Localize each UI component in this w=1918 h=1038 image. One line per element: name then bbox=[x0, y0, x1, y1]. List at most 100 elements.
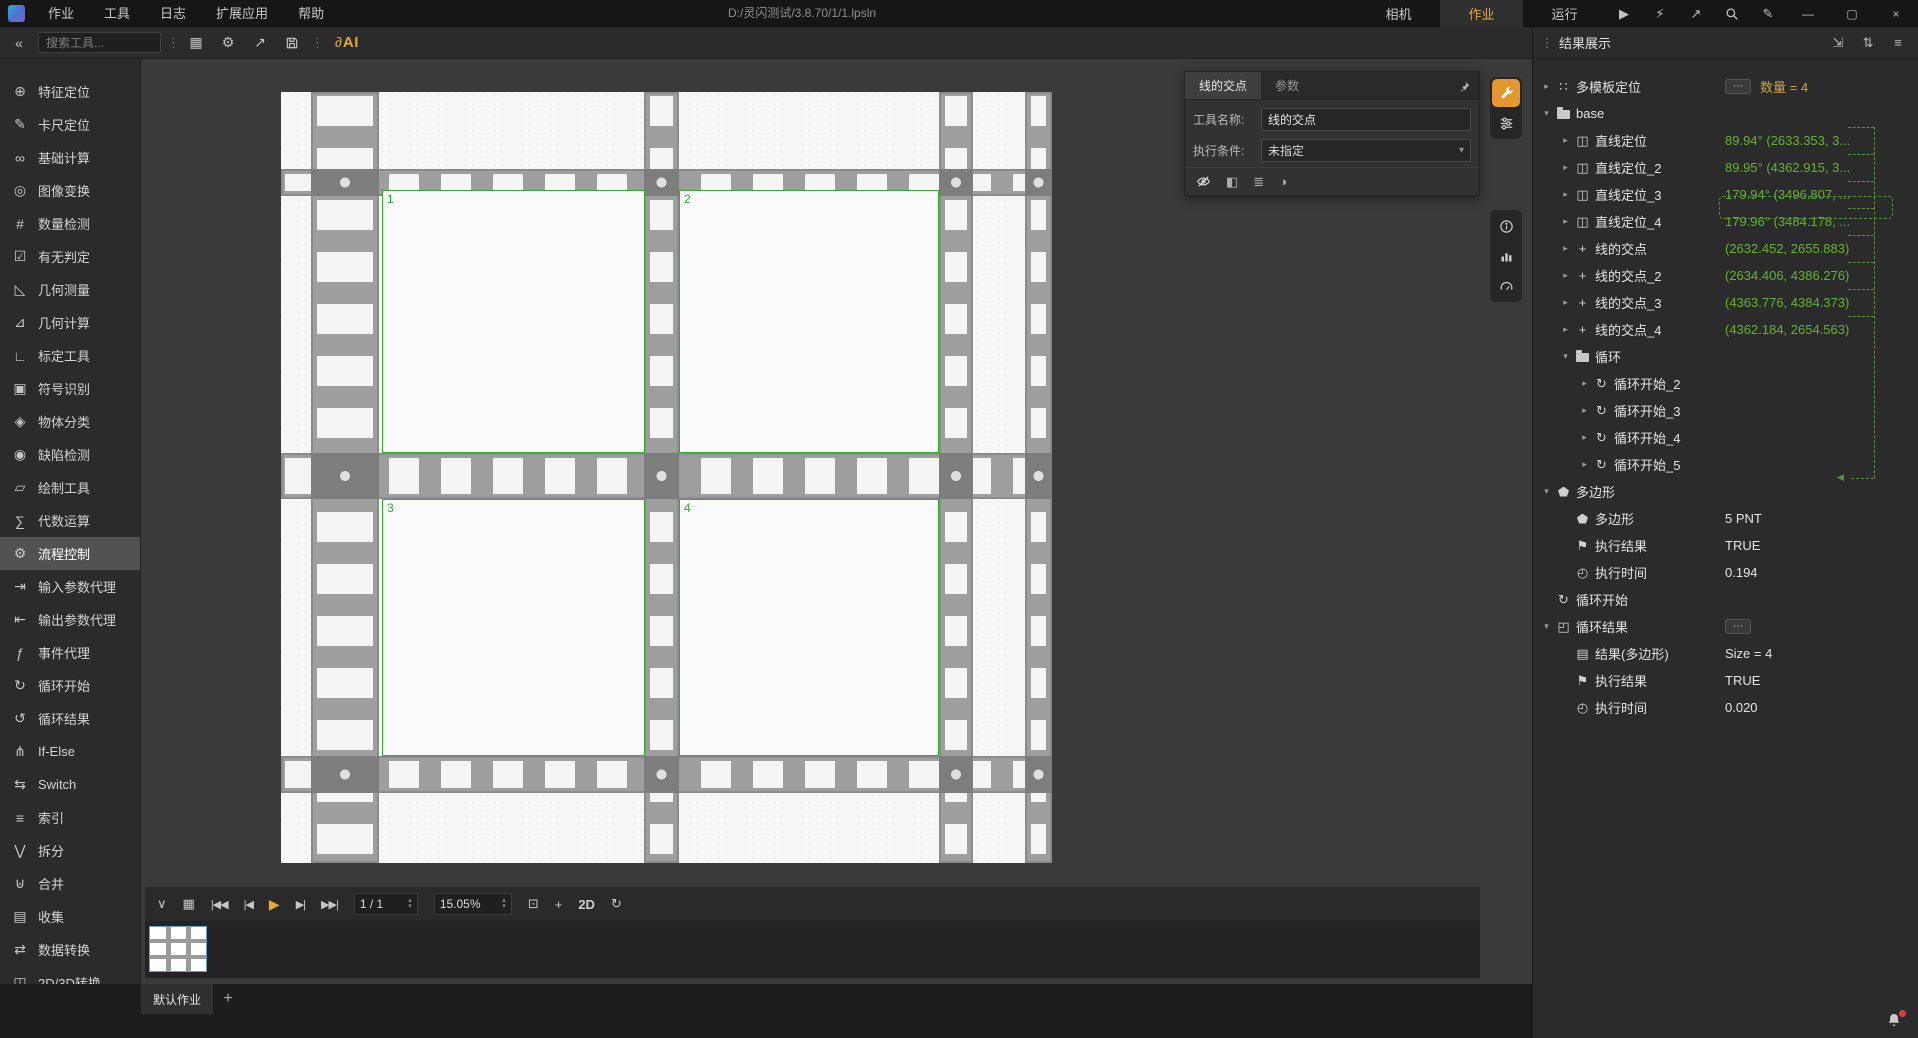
tree-row-line-intersection[interactable]: ▸+线的交点_2(2634.406, 4386.276) bbox=[1533, 262, 1918, 289]
tree-row-line-locate[interactable]: ▸◫直线定位_4179.96° (3484.178, ... bbox=[1533, 208, 1918, 235]
sidebar-item-defect-detect[interactable]: ◉缺陷检测 bbox=[0, 438, 140, 471]
sidebar-item-merge[interactable]: ⊎合并 bbox=[0, 867, 140, 900]
tool-config-wrench-icon[interactable] bbox=[1492, 79, 1520, 107]
chevron-right-icon[interactable]: ▸ bbox=[1577, 405, 1592, 416]
skip-first-icon[interactable]: |◀◀ bbox=[211, 898, 228, 911]
menu-extensions[interactable]: 扩展应用 bbox=[201, 0, 283, 26]
collapse-playbar-icon[interactable]: ∨ bbox=[157, 896, 167, 912]
tree-row-exec-time[interactable]: ◴执行时间0.020 bbox=[1533, 694, 1918, 721]
sidebar-item-split[interactable]: ⋁拆分 bbox=[0, 834, 140, 867]
menu-help[interactable]: 帮助 bbox=[283, 0, 339, 26]
tab-run[interactable]: 运行 bbox=[1523, 0, 1606, 27]
sidebar-item-count-detect[interactable]: #数量检测 bbox=[0, 207, 140, 240]
sidebar-item-presence-check[interactable]: ☑有无判定 bbox=[0, 240, 140, 273]
sort-results-icon[interactable]: ⇅ bbox=[1856, 35, 1880, 51]
tree-row-result-list[interactable]: ▤结果(多边形)Size = 4 bbox=[1533, 640, 1918, 667]
tree-row-loop-start[interactable]: ▸↻循环开始_5 bbox=[1533, 451, 1918, 478]
settings-gear-icon[interactable]: ⚙ bbox=[215, 31, 241, 55]
sidebar-item-feature-locate[interactable]: ⊕特征定位 bbox=[0, 75, 140, 108]
tree-row-folder[interactable]: ▾base bbox=[1533, 100, 1918, 127]
tree-row-loop-start[interactable]: ▸↻循环开始_4 bbox=[1533, 424, 1918, 451]
row-more-button[interactable]: ⋯ bbox=[1725, 619, 1751, 634]
tree-row-loop-start[interactable]: ▸↻循环开始_2 bbox=[1533, 370, 1918, 397]
adjust-sliders-icon[interactable] bbox=[1492, 109, 1520, 137]
tree-row-loop-result[interactable]: ▾◰循环结果⋯ bbox=[1533, 613, 1918, 640]
image-viewport[interactable]: 1 2 3 4 线的交点 参数 工具名称: 执行条件: 未指定 bbox=[141, 59, 1532, 984]
drag-handle-icon[interactable]: ⋮ bbox=[1541, 36, 1553, 50]
tree-row-line-intersection[interactable]: ▸+线的交点_3(4363.776, 4384.373) bbox=[1533, 289, 1918, 316]
chevron-right-icon[interactable]: ▸ bbox=[1558, 324, 1573, 335]
sidebar-item-image-transform[interactable]: ◎图像变换 bbox=[0, 174, 140, 207]
sidebar-item-data-convert[interactable]: ⇄数据转换 bbox=[0, 933, 140, 966]
pin-icon[interactable] bbox=[1451, 72, 1479, 99]
sidebar-item-event-proxy[interactable]: ƒ事件代理 bbox=[0, 636, 140, 669]
tree-row-polygon-item[interactable]: 多边形5 PNT bbox=[1533, 505, 1918, 532]
chevron-right-icon[interactable]: ▸ bbox=[1577, 432, 1592, 443]
image-list-icon[interactable]: ▦ bbox=[183, 896, 195, 912]
window-close-button[interactable]: × bbox=[1874, 0, 1918, 27]
tab-camera[interactable]: 相机 bbox=[1357, 0, 1440, 27]
palette-icon[interactable]: ◑ bbox=[1279, 174, 1287, 189]
sidebar-item-geometry-calc[interactable]: ⊿几何计算 bbox=[0, 306, 140, 339]
window-maximize-button[interactable]: ▢ bbox=[1830, 0, 1874, 27]
tree-row-exec-result[interactable]: ⚑执行结果TRUE bbox=[1533, 532, 1918, 559]
sidebar-item-draw-tool[interactable]: ▱绘制工具 bbox=[0, 471, 140, 504]
zoom-spinner[interactable]: 15.05% ▴▾ bbox=[434, 893, 512, 915]
skip-last-icon[interactable]: ▶▶| bbox=[321, 898, 338, 911]
tree-row-loop-start[interactable]: ▸↻循环开始_3 bbox=[1533, 397, 1918, 424]
chevron-down-icon[interactable]: ▾ bbox=[1539, 108, 1554, 119]
row-more-button[interactable]: ⋯ bbox=[1725, 79, 1751, 94]
detection-region[interactable]: 4 bbox=[679, 499, 939, 756]
chevron-right-icon[interactable]: ▸ bbox=[1558, 135, 1573, 146]
step-forward-icon[interactable]: ▶| bbox=[296, 898, 305, 911]
notification-bell-icon[interactable] bbox=[1886, 1012, 1904, 1030]
quick-run-icon[interactable]: ⚡ bbox=[1642, 0, 1678, 27]
detection-region[interactable]: 1 bbox=[382, 190, 645, 453]
chevron-right-icon[interactable]: ▸ bbox=[1558, 297, 1573, 308]
chevron-right-icon[interactable]: ▸ bbox=[1558, 270, 1573, 281]
results-menu-icon[interactable]: ≡ bbox=[1886, 35, 1910, 50]
result-list-icon[interactable]: ≣ bbox=[1253, 174, 1264, 190]
display-settings-icon[interactable]: ◧ bbox=[1226, 174, 1238, 190]
spin-down-icon[interactable]: ▾ bbox=[408, 904, 412, 910]
sidebar-item-switch[interactable]: ⇆Switch bbox=[0, 768, 140, 801]
tree-row-line-locate[interactable]: ▸◫直线定位89.94° (2633.353, 3... bbox=[1533, 127, 1918, 154]
app-logo-icon[interactable] bbox=[8, 5, 25, 22]
spin-down-icon[interactable]: ▾ bbox=[502, 904, 506, 910]
sidebar-item-flow-control[interactable]: ⚙流程控制 bbox=[0, 537, 140, 570]
sidebar-item-symbol-recognition[interactable]: ▣符号识别 bbox=[0, 372, 140, 405]
detection-region[interactable]: 3 bbox=[382, 499, 645, 756]
histogram-icon[interactable] bbox=[1492, 242, 1520, 270]
info-icon[interactable] bbox=[1492, 212, 1520, 240]
tree-row-exec-time[interactable]: ◴执行时间0.194 bbox=[1533, 559, 1918, 586]
tree-row-folder[interactable]: ▾循环 bbox=[1533, 343, 1918, 370]
publish-icon[interactable]: ↗ bbox=[1678, 0, 1714, 27]
chevron-right-icon[interactable]: ▸ bbox=[1577, 378, 1592, 389]
sidebar-item-collect[interactable]: ▤收集 bbox=[0, 900, 140, 933]
chevron-right-icon[interactable]: ▸ bbox=[1558, 162, 1573, 173]
sidebar-item-input-param-proxy[interactable]: ⇥输入参数代理 bbox=[0, 570, 140, 603]
tree-row-multi-template-locate[interactable]: ▸∷多模板定位⋯数量 = 4 bbox=[1533, 73, 1918, 100]
sidebar-item-calibration-tool[interactable]: ∟标定工具 bbox=[0, 339, 140, 372]
window-minimize-button[interactable]: — bbox=[1786, 0, 1830, 27]
sidebar-item-caliper-locate[interactable]: ✎卡尺定位 bbox=[0, 108, 140, 141]
tool-name-input[interactable] bbox=[1261, 108, 1471, 131]
chevron-right-icon[interactable]: ▸ bbox=[1577, 459, 1592, 470]
sidebar-item-algebra[interactable]: ∑代数运算 bbox=[0, 504, 140, 537]
search-icon[interactable] bbox=[1714, 0, 1750, 27]
chevron-right-icon[interactable]: ▸ bbox=[1558, 189, 1573, 200]
menu-job[interactable]: 作业 bbox=[33, 0, 89, 26]
job-tab-default[interactable]: 默认作业 bbox=[141, 984, 213, 1014]
gauge-icon[interactable] bbox=[1492, 272, 1520, 300]
image-source-icon[interactable]: ▦ bbox=[183, 31, 209, 55]
fit-view-icon[interactable]: ⊡ bbox=[528, 896, 539, 912]
detection-region[interactable]: 2 bbox=[679, 190, 939, 453]
export-icon[interactable]: ↗ bbox=[247, 31, 273, 55]
tab-job[interactable]: 作业 bbox=[1440, 0, 1523, 27]
tree-row-polygon[interactable]: ▾多边形 bbox=[1533, 478, 1918, 505]
tree-row-line-intersection[interactable]: ▸+线的交点_4(4362.184, 2654.563) bbox=[1533, 316, 1918, 343]
save-icon[interactable] bbox=[279, 31, 305, 55]
tree-row-line-locate[interactable]: ▸◫直线定位_289.95° (4362.915, 3... bbox=[1533, 154, 1918, 181]
run-button-icon[interactable]: ▶ bbox=[1606, 0, 1642, 27]
sidebar-item-output-param-proxy[interactable]: ⇤输出参数代理 bbox=[0, 603, 140, 636]
